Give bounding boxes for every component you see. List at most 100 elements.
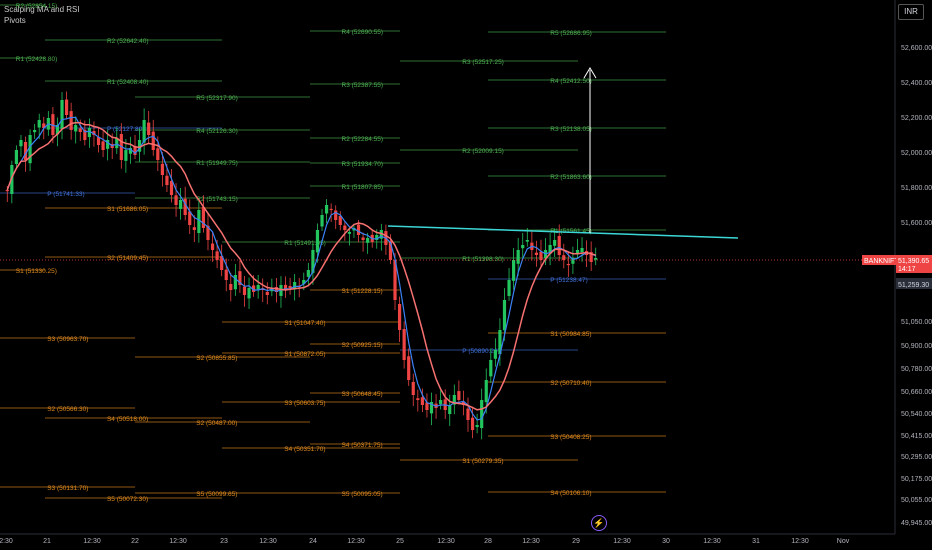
candle-body	[466, 408, 470, 420]
candle-body	[416, 398, 420, 400]
candle-body	[124, 150, 128, 161]
x-tick-label: 12:30	[437, 538, 455, 545]
pivot-label: P (51238.47)	[550, 277, 587, 284]
candle-body	[562, 255, 566, 260]
candle-body	[347, 232, 351, 234]
pivot-label: S1 (51047.40)	[284, 320, 325, 327]
pivot-label: R1 (51949.75)	[196, 160, 238, 167]
x-tick-label: 21	[43, 538, 51, 545]
candle-body	[512, 260, 516, 281]
candle-body	[493, 350, 497, 359]
y-tick-label: 50,415.00	[901, 433, 932, 440]
candle-body	[33, 130, 37, 133]
x-tick-label: 29	[572, 538, 580, 545]
pivot-label: S1 (51330.25)	[16, 268, 57, 275]
candle-body	[553, 240, 557, 246]
candle-body	[156, 148, 160, 160]
candle-body	[229, 283, 233, 290]
candle-body	[14, 150, 19, 164]
x-tick-label: 12:30	[347, 538, 365, 545]
candle-body	[101, 141, 105, 150]
candle-body	[315, 230, 320, 253]
candle-body	[19, 140, 23, 147]
x-tick-label: 22	[131, 538, 139, 545]
candle-body	[165, 175, 169, 185]
candle-body	[78, 128, 82, 132]
pivot-label: S2 (50855.85)	[196, 355, 237, 362]
x-tick-label: 12:30	[259, 538, 277, 545]
pivot-label: R4 (52690.55)	[342, 29, 384, 36]
candle-countdown: 14:17	[898, 266, 916, 273]
indicator-legend: Scalping MA and RSI Pivots	[4, 4, 80, 26]
candle-body	[147, 122, 151, 135]
candle-body	[37, 120, 41, 128]
pivot-label: R2 (51863.60)	[550, 174, 592, 181]
x-tick-label: 30	[662, 538, 670, 545]
pivot-label: S3 (50131.70)	[47, 485, 88, 492]
pivot-label: R3 (52138.05)	[550, 126, 592, 133]
candle-body	[174, 195, 178, 205]
pivot-label: S2 (50925.15)	[342, 342, 383, 349]
y-tick-label: 52,400.00	[901, 80, 932, 87]
candle-body	[247, 288, 251, 299]
candle-body	[502, 300, 507, 331]
y-tick-label: 52,000.00	[901, 150, 932, 157]
candle-body	[402, 329, 406, 360]
pivot-label: R1 (52428.80)	[16, 56, 58, 63]
y-tick-label: 50,295.00	[901, 454, 932, 461]
candle-body	[69, 111, 73, 130]
ma-slow-line	[6, 121, 596, 411]
pivot-label: R2 (52009.15)	[462, 148, 504, 155]
pivot-label: S4 (50106.10)	[550, 490, 591, 497]
flash-icon[interactable]: ⚡	[591, 515, 607, 531]
candle-body	[475, 425, 479, 428]
pivot-label: S1 (51228.15)	[342, 288, 383, 295]
pivot-label: S3 (50648.45)	[342, 391, 383, 398]
candle-body	[439, 400, 443, 405]
x-tick-label: 28	[484, 538, 492, 545]
pivot-label: R2 (51743.15)	[196, 196, 238, 203]
y-tick-label: 50,660.00	[901, 389, 932, 396]
pivot-label: P (52127.80)	[107, 126, 144, 133]
candle-body	[324, 205, 329, 214]
x-tick-label: 12:30	[522, 538, 540, 545]
x-tick-label: Nov	[837, 538, 850, 545]
candle-body	[151, 131, 155, 150]
candle-body	[5, 190, 9, 192]
candle-body	[343, 225, 347, 230]
currency-button[interactable]: INR	[898, 4, 924, 20]
x-tick-label: 2:30	[0, 538, 13, 545]
candle-body	[411, 381, 415, 395]
y-tick-label: 51,050.00	[901, 319, 932, 326]
y-tick-label: 50,175.00	[901, 476, 932, 483]
pivot-label: R4 (52126.30)	[196, 128, 238, 135]
candle-body	[507, 280, 511, 297]
candle-body	[420, 397, 424, 405]
candle-body	[557, 236, 561, 255]
candle-body	[407, 356, 411, 380]
candle-body	[265, 291, 269, 295]
pivot-label: S2 (50566.30)	[47, 406, 88, 413]
candle-body	[470, 417, 475, 430]
candle-body	[457, 391, 461, 400]
pivot-label: R5 (52317.90)	[196, 95, 238, 102]
candle-body	[242, 286, 247, 295]
pivot-label: R3 (52387.55)	[342, 82, 384, 89]
x-tick-label: 24	[309, 538, 317, 545]
pivot-label: R1 (52408.40)	[107, 79, 149, 86]
pivot-label: R4 (52412.50)	[550, 78, 592, 85]
candle-body	[594, 258, 598, 260]
candle-body	[425, 402, 429, 410]
candle-body	[320, 215, 324, 227]
pivot-label: S5 (50095.05)	[342, 491, 383, 498]
pivot-label: R3 (52517.25)	[462, 59, 504, 66]
x-tick-label: 12:30	[169, 538, 187, 545]
legend-pivots[interactable]: Pivots	[4, 15, 80, 26]
secondary-price: 51,259.30	[898, 282, 929, 289]
pivot-label: S3 (50408.25)	[550, 434, 591, 441]
candle-body	[566, 263, 570, 266]
legend-ma-rsi[interactable]: Scalping MA and RSI	[4, 4, 80, 15]
pivot-label: S4 (50351.70)	[284, 446, 325, 453]
pivot-label: S5 (50072.30)	[107, 496, 148, 503]
price-chart[interactable]: 52,600.00 52,400.00 52,200.00 52,000.00 51,8…	[0, 0, 932, 550]
